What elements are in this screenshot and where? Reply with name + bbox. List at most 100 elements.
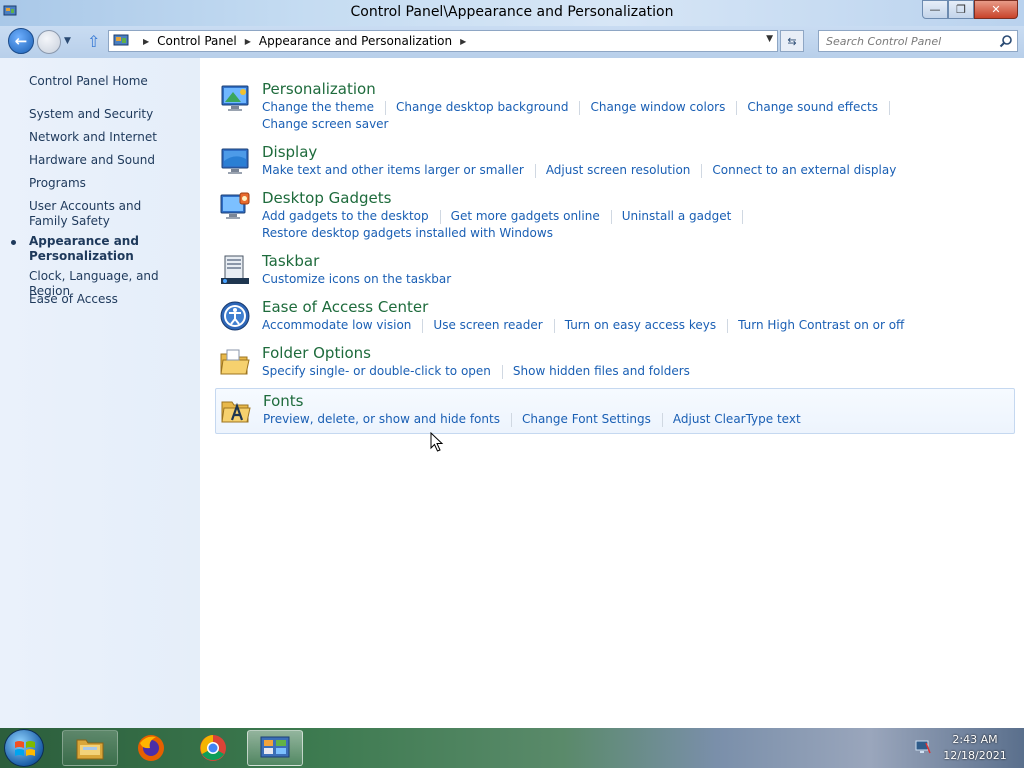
task-link[interactable]: Restore desktop gadgets installed with W… <box>262 226 553 240</box>
task-separator <box>385 101 387 115</box>
task-link[interactable]: Change sound effects <box>747 100 878 115</box>
taskbar-explorer-button[interactable] <box>62 730 118 766</box>
task-row: Make text and other items larger or smal… <box>262 163 896 178</box>
category-personalization: Personalization Change the theme Change … <box>215 80 1015 131</box>
category-desktop-gadgets: Desktop Gadgets Add gadgets to the deskt… <box>215 189 1015 240</box>
taskbar-chrome-button[interactable] <box>185 730 241 766</box>
search-box[interactable] <box>818 30 1018 52</box>
task-separator <box>610 210 612 224</box>
main-content: Personalization Change the theme Change … <box>200 58 1024 728</box>
folder-options-icon[interactable] <box>219 346 251 378</box>
task-link[interactable]: Change the theme <box>262 100 374 115</box>
refresh-button[interactable]: ⇆ <box>780 30 804 52</box>
task-separator <box>701 164 703 178</box>
task-link[interactable]: Adjust ClearType text <box>673 412 801 427</box>
task-separator <box>661 413 663 427</box>
task-link[interactable]: Adjust screen resolution <box>546 163 691 178</box>
breadcrumb-separator-icon[interactable]: ▶ <box>143 37 149 46</box>
task-link[interactable]: Show hidden files and folders <box>513 364 690 379</box>
maximize-button[interactable]: ❐ <box>948 0 974 19</box>
left-navigation-pane: Control Panel Home System and Security N… <box>0 58 200 728</box>
task-link[interactable]: Preview, delete, or show and hide fonts <box>263 412 500 427</box>
taskbar-control-panel-button[interactable] <box>247 730 303 766</box>
task-link[interactable]: Uninstall a gadget <box>622 209 732 224</box>
close-button[interactable]: ✕ <box>974 0 1018 19</box>
category-fonts: Fonts Preview, delete, or show and hide … <box>215 388 1015 434</box>
search-input[interactable] <box>819 31 989 51</box>
task-link[interactable]: Make text and other items larger or smal… <box>262 163 524 178</box>
task-link[interactable]: Add gadgets to the desktop <box>262 209 429 224</box>
category-ease-of-access: Ease of Access Center Accommodate low vi… <box>215 298 1015 334</box>
window-title: Control Panel\Appearance and Personaliza… <box>350 4 674 20</box>
category-title[interactable]: Folder Options <box>262 344 371 362</box>
control-panel-icon <box>113 34 129 46</box>
task-separator <box>579 101 581 115</box>
breadcrumb-control-panel[interactable]: Control Panel <box>157 34 237 48</box>
personalization-icon[interactable] <box>219 82 251 114</box>
task-separator <box>501 365 503 379</box>
taskbar: 2:43 AM 12/18/2021 <box>0 728 1024 768</box>
start-button[interactable] <box>4 729 44 767</box>
nav-link-user-accounts[interactable]: User Accounts and Family Safety <box>29 199 179 229</box>
task-link[interactable]: Use screen reader <box>433 318 542 333</box>
back-arrow-icon: ← <box>14 32 28 50</box>
display-icon[interactable] <box>219 145 251 177</box>
task-row: Restore desktop gadgets installed with W… <box>262 226 553 240</box>
category-title[interactable]: Display <box>262 143 317 161</box>
breadcrumb-separator-icon[interactable]: ▶ <box>245 37 251 46</box>
address-bar[interactable]: ▶ Control Panel ▶ Appearance and Persona… <box>108 30 778 52</box>
windows-explorer-icon <box>76 739 104 760</box>
task-row: Add gadgets to the desktop Get more gadg… <box>262 209 753 224</box>
category-title[interactable]: Ease of Access Center <box>262 298 428 316</box>
gadgets-icon[interactable] <box>219 191 251 223</box>
nav-link-system-security[interactable]: System and Security <box>29 107 194 122</box>
task-link[interactable]: Accommodate low vision <box>262 318 411 333</box>
minimize-button[interactable]: — <box>922 0 948 19</box>
system-clock[interactable]: 2:43 AM 12/18/2021 <box>940 732 1010 764</box>
task-row: Preview, delete, or show and hide fonts … <box>263 412 801 427</box>
breadcrumb-separator-icon[interactable]: ▶ <box>460 37 466 46</box>
task-link[interactable]: Change desktop background <box>396 100 568 115</box>
task-link[interactable]: Change window colors <box>590 100 725 115</box>
up-arrow-icon[interactable]: ⇧ <box>87 32 100 51</box>
task-link[interactable]: Turn on easy access keys <box>565 318 716 333</box>
task-link[interactable]: Turn High Contrast on or off <box>738 318 904 333</box>
navigation-bar: ← ▼ ⇧ ▶ Control Panel ▶ Appearance and P… <box>0 26 1024 58</box>
nav-link-network-internet[interactable]: Network and Internet <box>29 130 194 145</box>
taskbar-firefox-button[interactable] <box>123 730 179 766</box>
address-dropdown-icon[interactable]: ▼ <box>766 34 773 44</box>
search-icon[interactable] <box>999 34 1013 48</box>
breadcrumb-appearance[interactable]: Appearance and Personalization <box>259 34 452 48</box>
task-link[interactable]: Connect to an external display <box>712 163 896 178</box>
control-panel-home-link[interactable]: Control Panel Home <box>29 74 194 89</box>
task-link[interactable]: Customize icons on the taskbar <box>262 272 451 286</box>
task-link[interactable]: Specify single- or double-click to open <box>262 364 491 379</box>
clock-date: 12/18/2021 <box>943 749 1007 762</box>
nav-link-ease-of-access[interactable]: Ease of Access <box>29 292 194 307</box>
task-row: Specify single- or double-click to open … <box>262 364 690 379</box>
taskbar-icon[interactable] <box>219 254 251 286</box>
task-separator <box>727 319 729 333</box>
task-separator <box>422 319 424 333</box>
recent-pages-dropdown[interactable]: ▼ <box>64 36 71 46</box>
network-icon[interactable] <box>914 739 932 755</box>
back-button[interactable]: ← <box>8 28 34 54</box>
category-title[interactable]: Desktop Gadgets <box>262 189 391 207</box>
category-title[interactable]: Fonts <box>263 392 303 410</box>
clock-time: 2:43 AM <box>952 733 998 746</box>
fonts-icon[interactable] <box>220 394 252 426</box>
forward-button[interactable] <box>37 30 61 54</box>
category-title[interactable]: Taskbar <box>262 252 319 270</box>
task-separator <box>553 319 555 333</box>
nav-link-programs[interactable]: Programs <box>29 176 194 191</box>
nav-link-hardware-sound[interactable]: Hardware and Sound <box>29 153 194 168</box>
mouse-cursor-icon <box>430 432 444 452</box>
task-link[interactable]: Get more gadgets online <box>451 209 600 224</box>
task-link[interactable]: Change Font Settings <box>522 412 651 427</box>
ease-of-access-icon[interactable] <box>219 300 251 332</box>
task-link[interactable]: Change screen saver <box>262 117 389 131</box>
current-item-bullet-icon <box>11 240 16 245</box>
task-separator <box>439 210 441 224</box>
task-row: Customize icons on the taskbar <box>262 272 451 286</box>
category-title[interactable]: Personalization <box>262 80 376 98</box>
